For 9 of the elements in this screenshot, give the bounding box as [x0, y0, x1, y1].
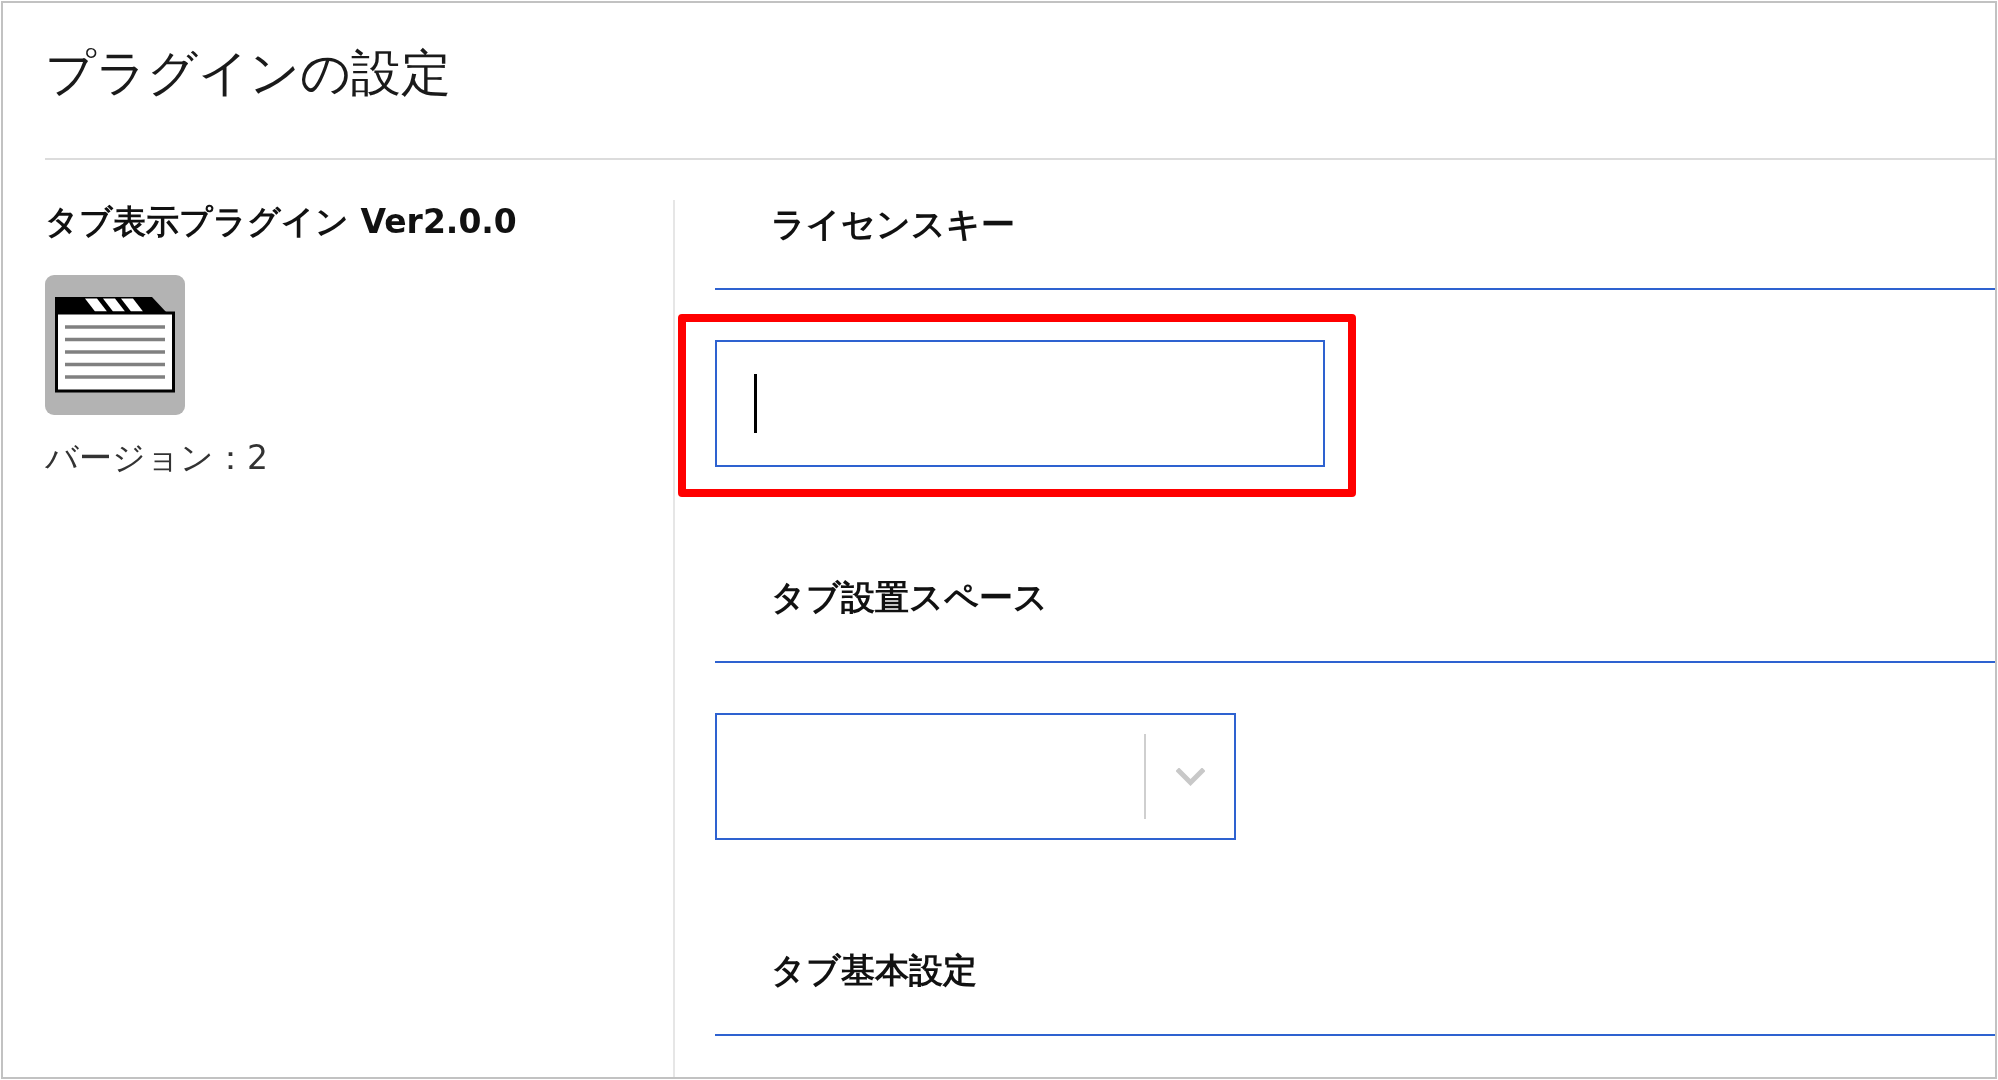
chevron-down-icon — [1175, 767, 1205, 786]
clapperboard-icon — [45, 275, 185, 415]
section-heading: タブ基本設定 — [771, 950, 977, 990]
version-label: バージョン：2 — [45, 438, 268, 478]
page-title: プラグインの設定 — [45, 43, 451, 103]
section-heading: タブ設置スペース — [771, 577, 1048, 617]
dropdown-select[interactable] — [715, 713, 1236, 840]
plugin-name: タブ表示プラグイン Ver2.0.0 — [45, 202, 517, 242]
section-heading: ライセンスキー — [771, 204, 1015, 244]
